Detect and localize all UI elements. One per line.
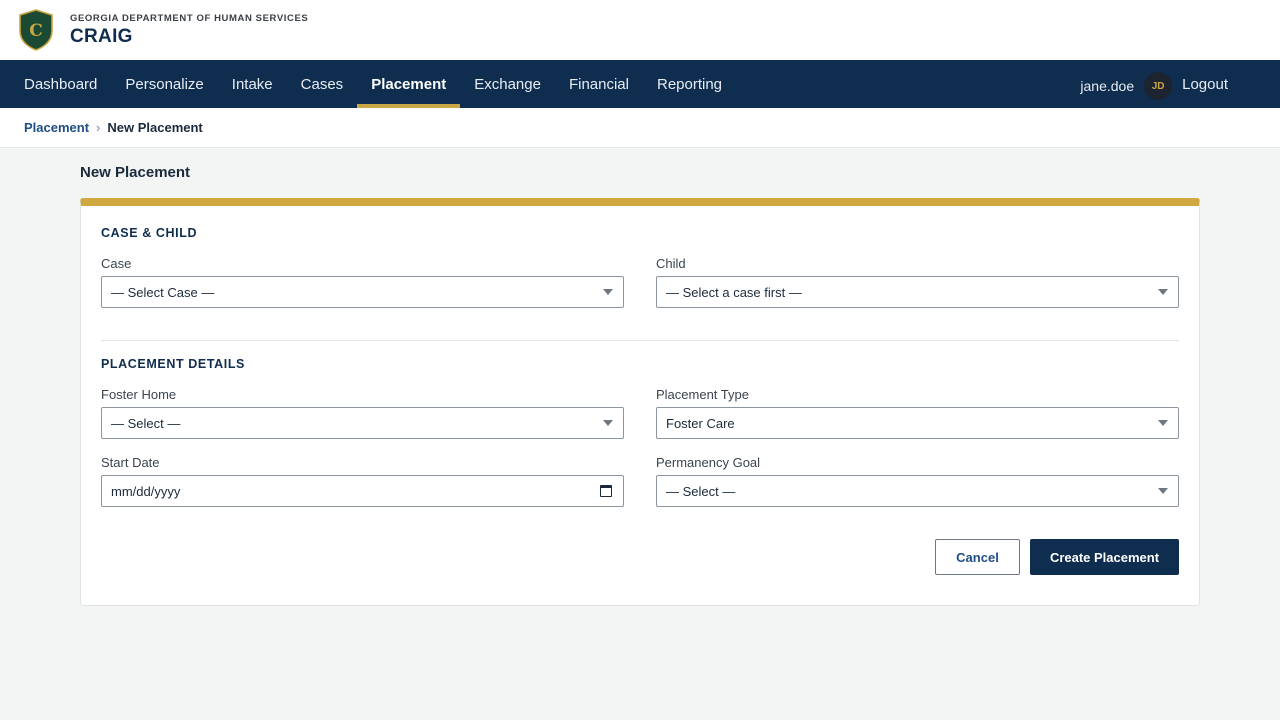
child-label: Child [656, 256, 686, 271]
nav-item-dashboard[interactable]: Dashboard [10, 60, 111, 108]
shield-logo-icon[interactable]: C [18, 9, 54, 51]
main-nav: Dashboard Personalize Intake Cases Placement… [0, 60, 1280, 108]
cancel-button[interactable]: Cancel [935, 539, 1020, 575]
foster-home-label: Foster Home [101, 387, 177, 402]
section-divider [101, 340, 1179, 341]
calendar-icon[interactable] [600, 485, 612, 497]
logout-link[interactable]: Logout [1182, 76, 1228, 93]
app-name[interactable]: CRAIG [70, 26, 308, 48]
chevron-down-icon [1158, 488, 1168, 494]
foster-home-select-value: — Select — [111, 415, 181, 431]
placement-type-select[interactable]: Foster Care [656, 407, 1179, 439]
permanency-goal-label: Permanency Goal [656, 455, 761, 470]
username: jane.doe [1080, 78, 1135, 94]
nav-links: Dashboard Personalize Intake Cases Placement… [10, 60, 736, 108]
nav-item-placement[interactable]: Placement [357, 60, 461, 108]
placement-type-label: Placement Type [656, 387, 749, 402]
case-label: Case [101, 256, 132, 271]
nav-item-reporting[interactable]: Reporting [643, 60, 736, 108]
chevron-down-icon [1158, 289, 1168, 295]
case-select-value: — Select Case — [111, 284, 215, 300]
start-date-input[interactable]: mm/dd/yyyy [101, 475, 624, 507]
placement-form-card: CASE & CHILD Case — Select Case — Child … [80, 198, 1200, 606]
placement-type-select-value: Foster Care [666, 415, 735, 431]
start-date-label: Start Date [101, 455, 160, 470]
brand: GEORGIA DEPARTMENT OF HUMAN SERVICES CRA… [70, 13, 308, 48]
avatar[interactable]: JD [1144, 72, 1173, 100]
breadcrumb-placement-link[interactable]: Placement [24, 120, 89, 135]
child-select-value: — Select a case first — [666, 284, 802, 300]
nav-item-cases[interactable]: Cases [287, 60, 358, 108]
section-heading-case-child: CASE & CHILD [101, 226, 198, 240]
section-heading-placement-details: PLACEMENT DETAILS [101, 357, 245, 371]
permanency-goal-select[interactable]: — Select — [656, 475, 1179, 507]
nav-item-personalize[interactable]: Personalize [111, 60, 217, 108]
breadcrumb: Placement › New Placement [0, 108, 1280, 148]
nav-item-exchange[interactable]: Exchange [460, 60, 555, 108]
create-placement-button[interactable]: Create Placement [1030, 539, 1179, 575]
case-select[interactable]: — Select Case — [101, 276, 624, 308]
chevron-down-icon [603, 289, 613, 295]
breadcrumb-current: New Placement [107, 120, 203, 135]
nav-item-financial[interactable]: Financial [555, 60, 643, 108]
start-date-placeholder: mm/dd/yyyy [111, 483, 181, 499]
logo-letter: C [29, 21, 43, 41]
user-menu: jane.doe JD Logout [1080, 60, 1228, 108]
child-select[interactable]: — Select a case first — [656, 276, 1179, 308]
page-title: New Placement [80, 164, 191, 181]
foster-home-select[interactable]: — Select — [101, 407, 624, 439]
chevron-down-icon [603, 420, 613, 426]
permanency-goal-select-value: — Select — [666, 483, 736, 499]
chevron-down-icon [1158, 420, 1168, 426]
chevron-right-icon: › [96, 120, 101, 135]
nav-item-intake[interactable]: Intake [218, 60, 287, 108]
agency-name: GEORGIA DEPARTMENT OF HUMAN SERVICES [70, 12, 309, 24]
top-header: C GEORGIA DEPARTMENT OF HUMAN SERVICES C… [0, 0, 1280, 60]
